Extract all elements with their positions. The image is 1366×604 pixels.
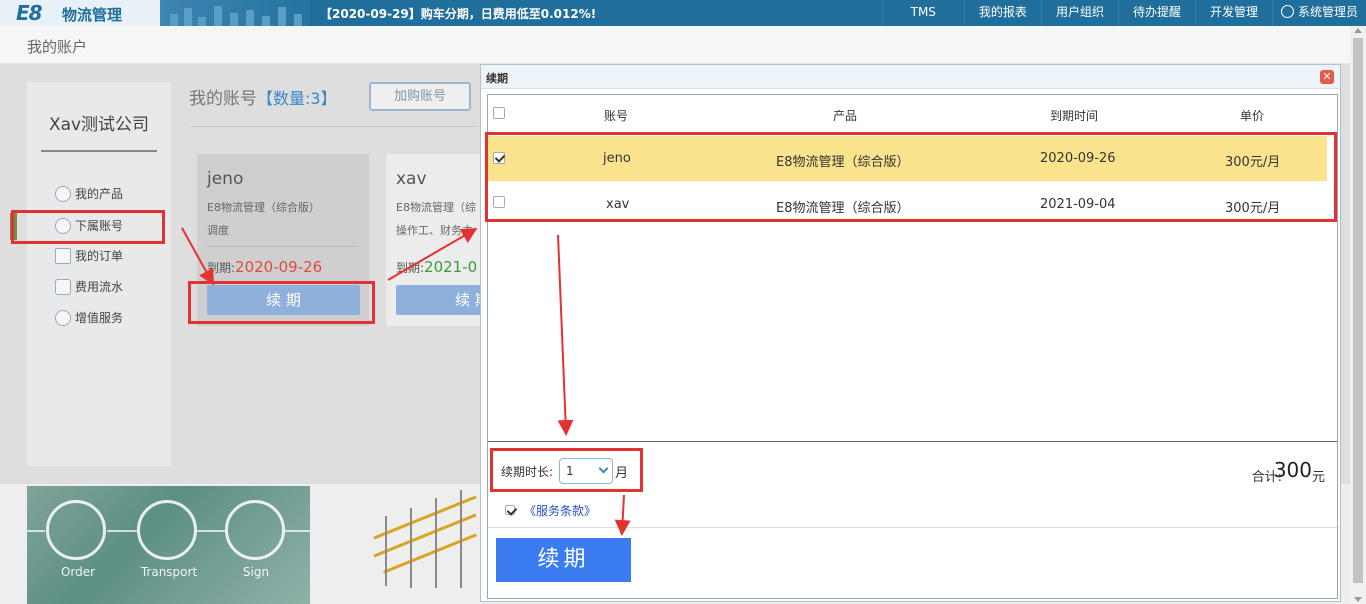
accounts-title: 我的账号【数量:3】 xyxy=(189,84,337,109)
column-header-account: 账号 xyxy=(604,109,629,123)
chart-icon xyxy=(55,310,71,326)
page-header: 我的账户 xyxy=(0,26,1366,64)
expiry-date: 2020-09-26 xyxy=(235,258,323,276)
account-product: E8物流管理（综合版） xyxy=(207,201,320,214)
account-card-xav: xav E8物流管理（综 操作工、财务主 到期:2021-0 续 期 xyxy=(386,154,480,326)
sidebar-item-label: 我的产品 xyxy=(75,187,124,201)
terms-link[interactable]: 《服务条款》 xyxy=(524,502,596,519)
dialog-header: 续期 ✕ xyxy=(481,65,1340,89)
account-expiry: 到期:2020-09-26 xyxy=(207,258,322,276)
account-role: 操作工、财务主 xyxy=(396,224,473,237)
divider xyxy=(488,527,1337,528)
terms-checkbox[interactable] xyxy=(505,505,515,515)
expiry-label: 到期: xyxy=(207,261,236,275)
order-icon xyxy=(55,248,71,264)
logo-mark: E8 xyxy=(16,1,43,25)
divider xyxy=(189,126,479,127)
nav-tms[interactable]: TMS xyxy=(881,0,964,26)
account-role: 调度 xyxy=(207,224,229,237)
banner-label-sign: Sign xyxy=(242,565,270,579)
company-name: Xav测试公司 xyxy=(48,115,150,135)
nav-reports[interactable]: 我的报表 xyxy=(963,0,1041,26)
nav-todo[interactable]: 待办提醒 xyxy=(1117,0,1195,26)
divider xyxy=(27,530,45,532)
sidebar: Xav测试公司 我的产品 下属账号 我的订单 费用流水 增值服务 xyxy=(10,82,171,466)
sidebar-item-value-added[interactable]: 增值服务 xyxy=(55,308,123,328)
divider xyxy=(285,530,310,532)
sidebar-item-products[interactable]: 我的产品 xyxy=(55,184,123,204)
expiry-label: 到期: xyxy=(396,261,425,275)
account-name: jeno xyxy=(207,169,244,189)
highlight-box xyxy=(485,132,1337,222)
box-icon xyxy=(55,186,71,202)
scroll-thumb[interactable] xyxy=(1353,38,1363,583)
column-header-expiry: 到期时间 xyxy=(1050,109,1099,123)
truck-icon xyxy=(137,500,197,560)
nav-admin-label: 系统管理员 xyxy=(1297,5,1358,19)
wallet-icon xyxy=(55,279,71,295)
logo-skyline-decoration xyxy=(160,0,310,26)
highlight-box xyxy=(11,210,165,244)
renew-button[interactable]: 续 期 xyxy=(396,285,480,315)
buy-account-button[interactable]: 加购账号 xyxy=(369,82,471,111)
nav-admin[interactable]: 系统管理员 xyxy=(1271,0,1366,26)
divider xyxy=(207,246,359,247)
column-header-price: 单价 xyxy=(1240,109,1265,123)
top-nav: TMS 我的报表 用户组织 待办提醒 开发管理 系统管理员 xyxy=(881,0,1366,26)
warehouse-image xyxy=(365,486,485,604)
confirm-renew-button[interactable]: 续期 xyxy=(496,538,631,582)
divider xyxy=(107,530,137,532)
total-unit: 元 xyxy=(1311,470,1325,485)
logo[interactable]: E8 物流管理 xyxy=(0,0,160,26)
sidebar-item-label: 我的订单 xyxy=(75,249,124,263)
select-all-checkbox[interactable] xyxy=(493,107,505,119)
banner-photo: Order Transport Sign xyxy=(27,486,310,604)
banner-label-transport: Transport xyxy=(140,565,198,579)
table-header: 账号 产品 到期时间 单价 xyxy=(488,95,1337,133)
banner-label-order: Order xyxy=(60,565,96,579)
divider xyxy=(41,150,157,152)
accounts-title-text: 我的账号 xyxy=(189,89,257,109)
page-scrollbar[interactable] xyxy=(1350,26,1366,604)
top-bar: E8 物流管理 【2020-09-29】购车分期，日费用低至0.012%! TM… xyxy=(0,0,1366,26)
logo-text: 物流管理 xyxy=(62,6,123,24)
account-name: xav xyxy=(396,169,427,189)
close-icon[interactable]: ✕ xyxy=(1320,70,1334,84)
divider xyxy=(197,530,225,532)
account-expiry: 到期:2021-0 xyxy=(396,258,477,276)
accounts-count: 【数量:3】 xyxy=(257,89,337,108)
nav-user-org[interactable]: 用户组织 xyxy=(1040,0,1118,26)
sidebar-item-billing[interactable]: 费用流水 xyxy=(55,277,123,297)
notice-text[interactable]: 【2020-09-29】购车分期，日费用低至0.012%! xyxy=(320,5,596,22)
page-title: 我的账户 xyxy=(27,38,88,56)
cart-icon xyxy=(46,500,106,560)
dialog-title: 续期 xyxy=(486,72,508,85)
highlight-box xyxy=(188,281,375,324)
sign-icon xyxy=(225,500,285,560)
expiry-date: 2021-0 xyxy=(424,258,478,276)
sidebar-item-label: 费用流水 xyxy=(75,280,124,294)
account-product: E8物流管理（综 xyxy=(396,201,476,214)
sidebar-item-orders[interactable]: 我的订单 xyxy=(55,246,123,266)
scroll-down-icon[interactable] xyxy=(1354,597,1362,602)
sidebar-item-label: 增值服务 xyxy=(75,311,124,325)
column-header-product: 产品 xyxy=(833,109,858,123)
nav-dev[interactable]: 开发管理 xyxy=(1194,0,1272,26)
scroll-up-icon[interactable] xyxy=(1354,28,1362,33)
divider xyxy=(488,441,1337,442)
highlight-box xyxy=(490,448,643,492)
user-icon xyxy=(1280,5,1294,18)
total-value: 300 xyxy=(1273,458,1312,482)
